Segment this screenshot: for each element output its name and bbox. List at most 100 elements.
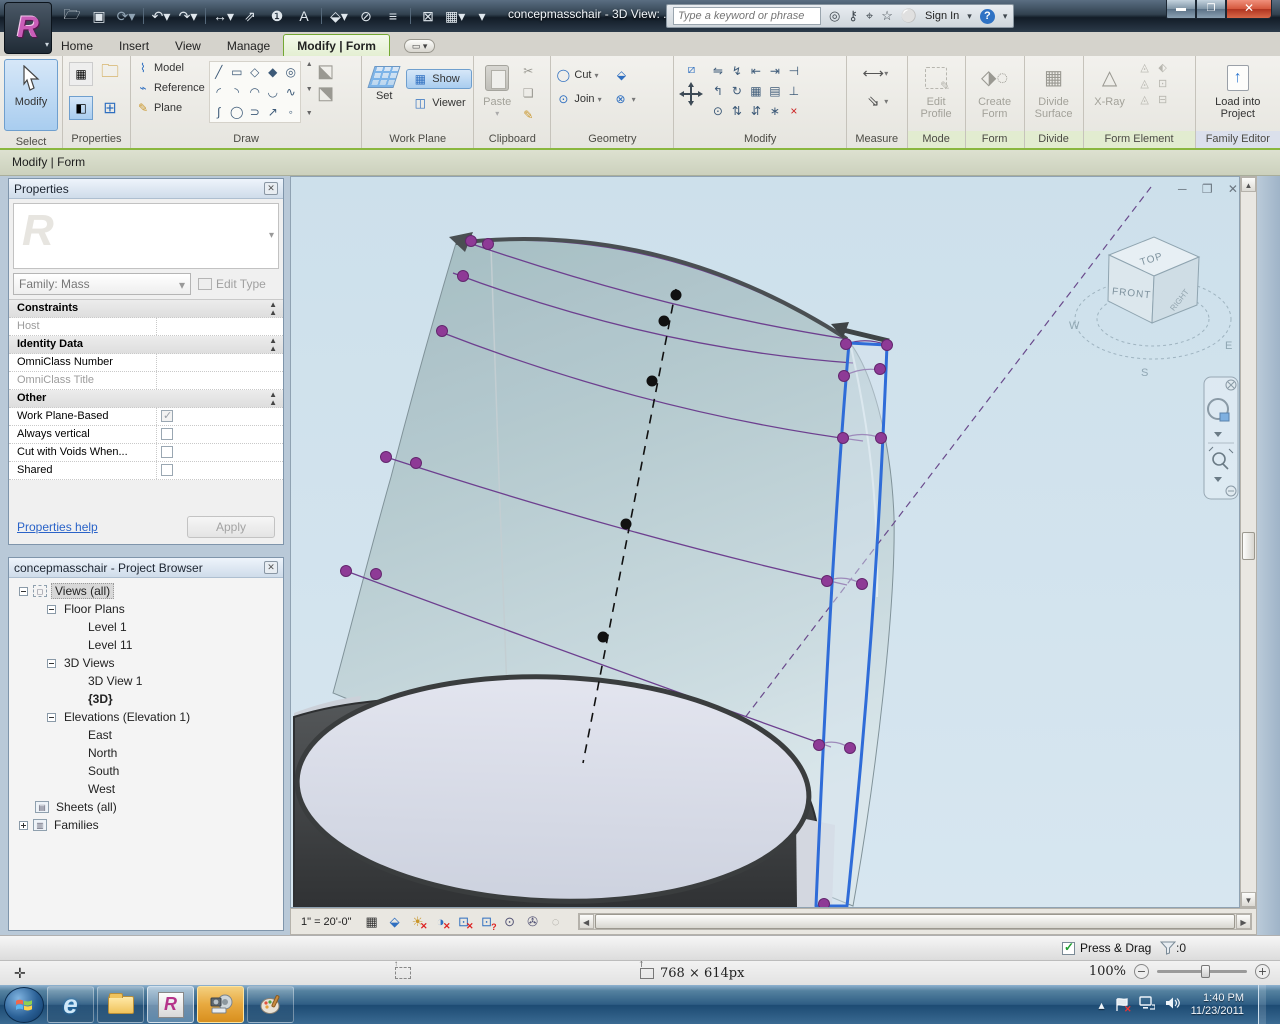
volume-icon[interactable] — [1165, 996, 1181, 1013]
properties-palette-icon[interactable]: ◧ — [69, 96, 93, 120]
tab-view[interactable]: View — [162, 35, 214, 56]
collapse-icon[interactable]: ▲▲ — [269, 336, 283, 353]
panel-label-form-element[interactable]: Form Element — [1084, 131, 1195, 148]
property-row-host[interactable]: Host — [9, 318, 283, 336]
tab-home[interactable]: Home — [48, 35, 106, 56]
tree-item-3d-default[interactable]: {3D} — [9, 690, 283, 708]
compass-east[interactable]: E — [1225, 340, 1232, 352]
measure-along-element-button[interactable]: ⇘▾ — [865, 92, 888, 110]
move-handle-icon[interactable]: ✛︎ — [14, 965, 26, 982]
collapse-icon[interactable]: ▲▲ — [269, 390, 283, 407]
paste-button[interactable]: Paste▾ — [478, 59, 516, 123]
tray-expand-icon[interactable]: ▴ — [1099, 998, 1105, 1012]
search-input[interactable] — [673, 7, 821, 25]
tab-insert[interactable]: Insert — [106, 35, 162, 56]
modify-tool-grid[interactable]: ⇋ ↯ ⇤ ⇥ ⊣ ↰ ↻ ▦ ▤ ⊥ ⊙ ⇅ ⇵ ∗ × — [708, 61, 803, 121]
drawing-canvas[interactable]: W S E TOP FRONT RIGHT — [290, 176, 1240, 908]
shadows-icon[interactable]: ◑✕ — [432, 913, 450, 931]
selection-region-icon[interactable] — [395, 967, 411, 979]
action-center-flag-icon[interactable]: ✕ — [1115, 998, 1129, 1012]
sync-icon[interactable]: ⟳▾ — [116, 8, 136, 25]
show-work-plane-button[interactable]: ▦Show — [406, 69, 471, 89]
switch-windows-icon[interactable]: ▦▾ — [445, 8, 465, 25]
tree-item-floor-plans[interactable]: Floor Plans — [9, 600, 283, 618]
close-hidden-windows-icon[interactable]: ⊠ — [418, 8, 438, 25]
taskbar-clock[interactable]: 1:40 PM 11/23/2011 — [1191, 992, 1244, 1018]
application-menu-button[interactable]: R ▾ — [4, 2, 52, 54]
collapse-expander[interactable] — [47, 659, 56, 668]
widen-lines-icon[interactable]: ⧄︎ — [683, 61, 699, 77]
zoom-slider-thumb[interactable] — [1201, 965, 1210, 978]
panel-label-select[interactable]: Select — [0, 134, 62, 150]
properties-title-bar[interactable]: Properties ✕ — [9, 179, 283, 199]
taskbar-capture-tool[interactable] — [197, 986, 244, 1023]
ribbon-state-button[interactable]: ▭ ▾ — [404, 39, 436, 53]
panel-label-measure[interactable]: Measure — [847, 131, 907, 148]
view-window-controls[interactable]: ─ ❐ ✕ — [1178, 182, 1244, 196]
collapse-icon[interactable]: ▲▲ — [269, 300, 283, 317]
detail-level-icon[interactable]: ▦ — [363, 913, 381, 931]
panel-label-draw[interactable]: Draw — [131, 131, 361, 148]
panel-label-work-plane[interactable]: Work Plane — [362, 131, 473, 148]
chevron-down-icon[interactable]: ▾ — [1003, 11, 1008, 22]
property-row-cut-with-voids[interactable]: Cut with Voids When... — [9, 444, 283, 462]
tree-item-sheets[interactable]: ▤ Sheets (all) — [9, 798, 283, 816]
tree-item-3d-views[interactable]: 3D Views — [9, 654, 283, 672]
collapse-expander[interactable] — [47, 605, 56, 614]
show-crop-region-icon[interactable]: ⊡? — [478, 913, 496, 931]
scroll-left-icon[interactable]: ◀ — [579, 914, 594, 929]
show-desktop-button[interactable] — [1258, 985, 1266, 1024]
thin-lines-icon[interactable]: ≡ — [383, 8, 403, 24]
move-icon[interactable] — [678, 81, 704, 107]
tree-item-elevations[interactable]: Elevations (Elevation 1) — [9, 708, 283, 726]
crop-view-icon[interactable]: ⊡✕ — [455, 913, 473, 931]
draw-plane-button[interactable]: ✎Plane — [135, 99, 205, 117]
type-selector-combo[interactable]: Family: Mass — [13, 273, 191, 295]
chevron-down-icon[interactable]: ▾ — [967, 11, 972, 22]
checkbox-checked[interactable] — [1062, 942, 1075, 955]
horizontal-scrollbar[interactable]: ◀ ▶ — [578, 913, 1252, 930]
expand-expander[interactable] — [19, 821, 28, 830]
property-row-work-plane-based[interactable]: Work Plane-Based — [9, 408, 283, 426]
panel-label-form[interactable]: Form — [966, 131, 1024, 148]
panel-label-modify[interactable]: Modify — [674, 131, 846, 148]
family-types-icon[interactable]: ▦ — [69, 62, 93, 86]
selection-filter[interactable]: :0 — [1160, 941, 1186, 955]
close-button[interactable]: ✕ — [1226, 0, 1272, 19]
section-icon[interactable]: ⊘ — [356, 8, 376, 25]
match-type-icon[interactable]: ✎ — [520, 107, 536, 123]
network-icon[interactable] — [1139, 996, 1155, 1013]
collapse-expander[interactable] — [47, 713, 56, 722]
draw-tool-grid[interactable]: ╱ ▭ ◇ ◆ ◎ ◜ ◝ ◠ ◡ ∿ ∫ ◯ ⊃ ↗ ◦ — [209, 61, 301, 123]
measure-icon[interactable]: ↔▾ — [213, 8, 233, 25]
save-icon[interactable]: ▣ — [89, 8, 109, 25]
view-scale-button[interactable]: 1" = 20'-0" — [295, 916, 358, 928]
cut-geometry-button[interactable]: Cut — [574, 69, 591, 81]
section-constraints[interactable]: Constraints▲▲ — [9, 300, 283, 318]
favorites-star-icon[interactable]: ☆ — [881, 8, 893, 24]
press-drag-option[interactable]: Press & Drag — [1062, 941, 1151, 955]
measure-between-refs-button[interactable]: ⟷︎▾ — [865, 64, 888, 82]
draw-grid-scroll[interactable]: ▲▼▼ — [305, 59, 314, 119]
3d-view[interactable]: W S E TOP FRONT RIGHT — [291, 177, 1239, 907]
unjoin-icon[interactable]: ⊗ — [613, 91, 629, 107]
horizontal-scroll-thumb[interactable] — [595, 914, 1235, 929]
taskbar-revit[interactable]: R — [147, 986, 194, 1023]
taskbar-internet-explorer[interactable]: e — [47, 986, 94, 1023]
zoom-in-icon[interactable]: + — [1255, 964, 1270, 979]
tree-item-views-all[interactable]: ◻ Views (all) — [9, 582, 283, 600]
property-row-omniclass-title[interactable]: OmniClass Title — [9, 372, 283, 390]
scroll-down-icon[interactable]: ▼ — [1241, 892, 1256, 907]
close-icon[interactable]: ✕ — [264, 561, 278, 574]
search-icon[interactable]: ◎ — [829, 8, 840, 24]
zoom-out-icon[interactable]: − — [1134, 964, 1149, 979]
maximize-button[interactable]: ❐ — [1196, 0, 1226, 19]
type-preview[interactable]: R ▾ — [13, 203, 279, 269]
tree-item-north[interactable]: North — [9, 744, 283, 762]
help-icon[interactable]: ? — [980, 9, 995, 24]
section-identity-data[interactable]: Identity Data▲▲ — [9, 336, 283, 354]
compass-south[interactable]: S — [1141, 367, 1148, 379]
tree-item-west[interactable]: West — [9, 780, 283, 798]
panel-label-geometry[interactable]: Geometry — [551, 131, 673, 148]
collapse-expander[interactable] — [19, 587, 28, 596]
